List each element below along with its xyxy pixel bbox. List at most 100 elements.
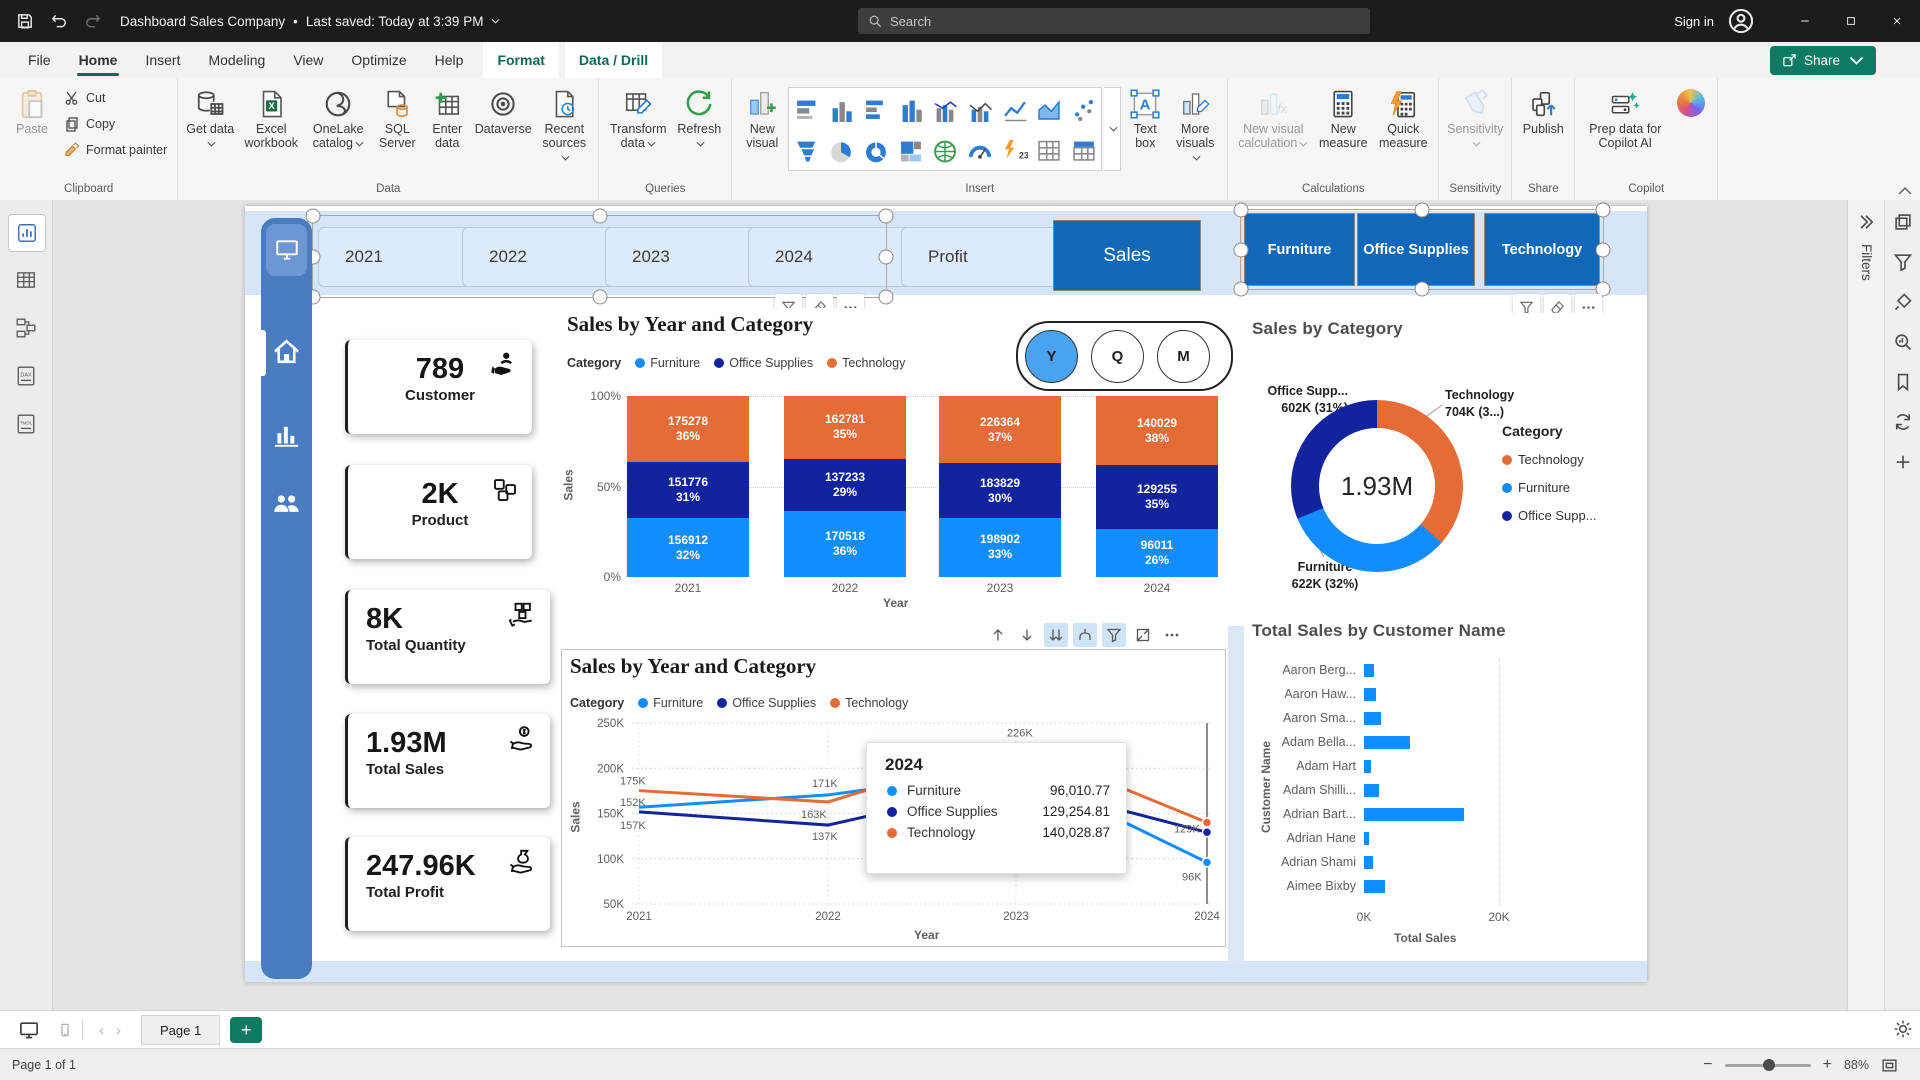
report-view-button[interactable] (8, 214, 46, 252)
clustered-column-chart-icon[interactable] (828, 96, 854, 122)
gallery-scroll-icon[interactable] (1104, 87, 1121, 171)
model-view-button[interactable] (8, 310, 44, 346)
more-visuals-button[interactable]: More visuals (1169, 84, 1221, 169)
category-slicer-office-supplies[interactable]: Office Supplies (1357, 213, 1475, 286)
search-input[interactable]: Search (858, 8, 1370, 34)
kpi-card-total-quantity[interactable]: 8KTotal Quantity (345, 590, 550, 684)
drill-down-button[interactable] (1015, 623, 1039, 647)
save-icon[interactable] (16, 12, 34, 30)
bar-aaron-haw[interactable] (1364, 688, 1376, 701)
category-label-aaron-haw[interactable]: Aaron Haw... (1256, 687, 1356, 701)
bar-adrian-hane[interactable] (1364, 832, 1369, 845)
filter-funnel-button[interactable] (1102, 623, 1126, 647)
cut-button[interactable]: Cut (60, 86, 171, 110)
selection-handle[interactable] (879, 249, 894, 264)
data-point-furniture-2024[interactable] (1203, 858, 1212, 867)
tab-help[interactable]: Help (421, 42, 478, 78)
tab-format[interactable]: Format (483, 42, 558, 78)
transform-data-button[interactable]: Transform data (605, 84, 671, 155)
map-icon[interactable] (932, 137, 958, 163)
kpi-card-customer[interactable]: 789Customer (345, 340, 532, 434)
scatter-chart-icon[interactable] (1071, 96, 1097, 122)
bar-adam-hart[interactable] (1364, 760, 1371, 773)
funnel-chart-icon[interactable] (794, 137, 820, 163)
matrix-icon[interactable] (1071, 137, 1097, 163)
kpi-icon[interactable]: 23 (1002, 137, 1028, 163)
nav-people-button[interactable] (271, 488, 302, 519)
period-option-q[interactable]: Q (1091, 330, 1144, 383)
legend-item-technology[interactable]: Technology (827, 356, 905, 370)
drill-up-button[interactable] (986, 623, 1010, 647)
page-tab[interactable]: Page 1 (141, 1015, 220, 1045)
measure-slicer-profit[interactable]: Profit (901, 227, 1069, 287)
selection-handle[interactable] (1234, 242, 1249, 257)
bar-aaron-sma[interactable] (1364, 712, 1381, 725)
next-page-arrow[interactable]: › (116, 1022, 121, 1039)
category-label-aaron-berg[interactable]: Aaron Berg... (1256, 663, 1356, 677)
nav-bar-chart-button[interactable] (271, 419, 302, 450)
bookmark-icon[interactable] (1893, 372, 1913, 392)
bar-adam-shilli[interactable] (1364, 784, 1379, 797)
sync-slicers-icon[interactable] (1893, 412, 1913, 432)
redo-icon[interactable] (84, 12, 102, 30)
bar-segment-technology[interactable]: 16278135% (784, 396, 906, 459)
quick-measure-button[interactable]: Quick measure (1374, 84, 1432, 155)
selection-handle[interactable] (879, 290, 894, 305)
copy-button[interactable]: Copy (60, 112, 171, 136)
minimize-button[interactable] (1782, 0, 1828, 42)
bar-segment-furniture[interactable]: 15691232% (627, 518, 749, 577)
sql-server-button[interactable]: SQL Server (372, 84, 422, 155)
share-button[interactable]: Share (1770, 46, 1876, 75)
period-option-m[interactable]: M (1157, 330, 1210, 383)
account-avatar[interactable] (1728, 8, 1754, 34)
onelake-catalog-button[interactable]: OneLake catalog (306, 84, 370, 155)
recent-sources-button[interactable]: Recent sources (536, 84, 592, 169)
legend-item-office-supp[interactable]: Office Supp... (1502, 508, 1597, 523)
bar-segment-office-supplies[interactable]: 13723329% (784, 459, 906, 512)
bar-segment-office-supplies[interactable]: 12925535% (1096, 465, 1218, 529)
selection-handle[interactable] (592, 209, 607, 224)
tab-optimize[interactable]: Optimize (337, 42, 420, 78)
kpi-card-total-profit[interactable]: 247.96KTotal Profit (345, 837, 550, 931)
bar-segment-office-supplies[interactable]: 18382930% (939, 463, 1061, 518)
zoom-in-button[interactable]: + (1823, 1056, 1832, 1074)
legend-item-office-supplies[interactable]: Office Supplies (714, 356, 813, 370)
publish-button[interactable]: Publish (1518, 84, 1568, 141)
column-chart-icon[interactable] (898, 96, 924, 122)
category-label-adrian-hane[interactable]: Adrian Hane (1256, 831, 1356, 845)
dax-query-view-button[interactable]: DAX (8, 358, 44, 394)
bar-segment-technology[interactable]: 17527836% (627, 396, 749, 462)
legend-item-furniture[interactable]: Furniture (1502, 480, 1597, 495)
selection-handle[interactable] (1415, 203, 1430, 218)
bar-segment-technology[interactable]: 14002938% (1096, 396, 1218, 465)
category-slicer-furniture[interactable]: Furniture (1244, 213, 1355, 286)
analytics-magnifier-icon[interactable] (1893, 332, 1913, 352)
expand-next-level-button[interactable] (1073, 623, 1097, 647)
tab-insert[interactable]: Insert (131, 42, 194, 78)
nav-home-button[interactable] (271, 336, 302, 367)
filter-funnel-icon[interactable] (1893, 252, 1913, 272)
tab-home[interactable]: Home (65, 42, 132, 78)
expand-pane-icon[interactable] (1856, 212, 1876, 232)
bar-segment-office-supplies[interactable]: 15177631% (627, 462, 749, 519)
clustered-bar-chart-icon[interactable] (863, 96, 889, 122)
tab-data-drill[interactable]: Data / Drill (565, 42, 662, 78)
tmdl-view-button[interactable]: TMDL (8, 406, 44, 442)
nav-monitor-button[interactable] (266, 224, 307, 276)
category-label-aimee-bixby[interactable]: Aimee Bixby (1256, 879, 1356, 893)
add-plus-icon[interactable] (1893, 452, 1913, 472)
legend-item-furniture[interactable]: Furniture (635, 356, 700, 370)
new-page-button[interactable]: + (230, 1017, 262, 1043)
pie-chart-icon[interactable] (828, 137, 854, 163)
selection-handle[interactable] (1415, 282, 1430, 297)
document-title[interactable]: Dashboard Sales Company • Last saved: To… (120, 14, 500, 29)
more-options-button[interactable] (1160, 623, 1184, 647)
fit-to-page-icon[interactable] (1881, 1057, 1898, 1074)
selection-handle[interactable] (592, 290, 607, 305)
tab-modeling[interactable]: Modeling (194, 42, 279, 78)
legend-item-technology[interactable]: Technology (1502, 452, 1597, 467)
year-slicer-2021[interactable]: 2021 (318, 227, 481, 287)
stacked-bar-chart-icon[interactable] (794, 96, 820, 122)
data-point-technology-2024[interactable] (1203, 818, 1212, 827)
bar-adrian-shami[interactable] (1364, 856, 1373, 869)
